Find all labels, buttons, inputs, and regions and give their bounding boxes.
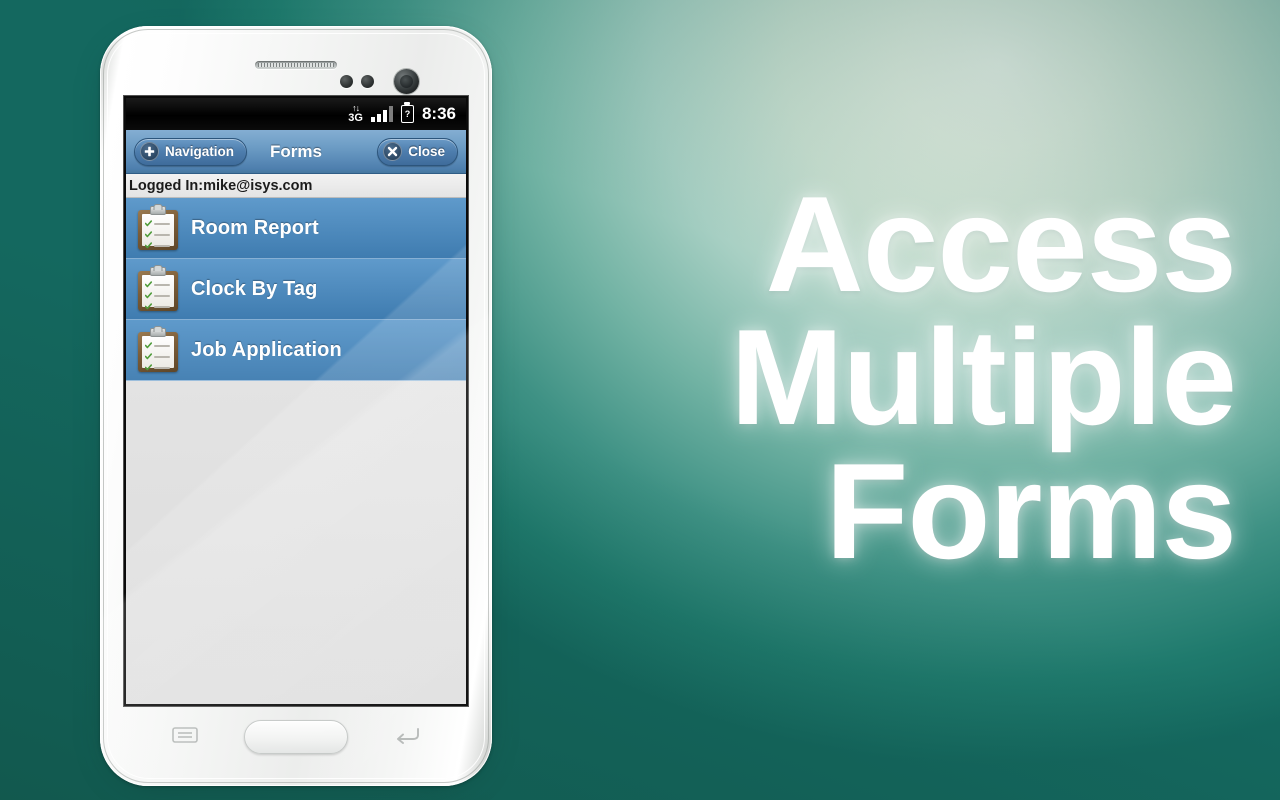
menu-key-icon[interactable] — [172, 726, 198, 744]
battery-icon: ? — [400, 105, 414, 123]
logged-in-status-bar: Logged In:mike@isys.com — [126, 174, 466, 198]
status-bar-clock: 8:36 — [421, 104, 456, 123]
phone-screen: ↑↓ 3G ? 8:36 Navigation Forms Close Logg… — [126, 98, 466, 704]
earpiece-speaker-icon — [255, 61, 337, 69]
phone-screen-bezel: ↑↓ 3G ? 8:36 Navigation Forms Close Logg… — [124, 96, 468, 706]
x-icon — [383, 142, 403, 161]
back-key-icon[interactable] — [394, 726, 420, 744]
battery-status-label: ? — [404, 109, 411, 119]
light-sensor-icon — [361, 75, 374, 88]
forms-list: Room Report Clock By Tag Job Application — [126, 198, 466, 381]
network-type-label: 3G — [348, 112, 363, 124]
app-toolbar: Navigation Forms Close — [126, 130, 466, 174]
signal-strength-icon — [370, 106, 393, 122]
phone-chassis: ↑↓ 3G ? 8:36 Navigation Forms Close Logg… — [100, 26, 492, 786]
home-button[interactable] — [244, 720, 348, 754]
navigation-button[interactable]: Navigation — [134, 137, 248, 166]
list-item-label: Job Application — [191, 338, 342, 361]
marketing-headline: Access Multiple Forms — [616, 168, 1237, 587]
headline-line-3: Forms — [825, 434, 1237, 587]
plus-icon — [140, 142, 159, 161]
clipboard-checklist-icon — [138, 206, 178, 250]
list-item-label: Room Report — [191, 216, 319, 239]
proximity-sensor-icon — [340, 75, 353, 88]
front-camera-icon — [394, 69, 419, 94]
headline-line-2: Multiple — [730, 301, 1237, 454]
empty-list-area — [126, 381, 466, 704]
clipboard-checklist-icon — [138, 267, 178, 311]
close-button-label: Close — [408, 144, 445, 159]
clipboard-checklist-icon — [138, 328, 178, 372]
navigation-button-label: Navigation — [165, 144, 235, 159]
phone-mockup: ↑↓ 3G ? 8:36 Navigation Forms Close Logg… — [100, 26, 492, 786]
network-3g-icon: ↑↓ 3G — [348, 104, 363, 124]
logged-in-text: Logged In:mike@isys.com — [129, 177, 313, 194]
android-status-bar: ↑↓ 3G ? 8:36 — [126, 98, 466, 130]
headline-line-1: Access — [765, 168, 1237, 320]
list-item-job-application[interactable]: Job Application — [126, 320, 466, 381]
list-item-clock-by-tag[interactable]: Clock By Tag — [126, 259, 466, 320]
close-button[interactable]: Close — [377, 137, 458, 166]
list-item-room-report[interactable]: Room Report — [126, 198, 466, 259]
list-item-label: Clock By Tag — [191, 277, 318, 300]
